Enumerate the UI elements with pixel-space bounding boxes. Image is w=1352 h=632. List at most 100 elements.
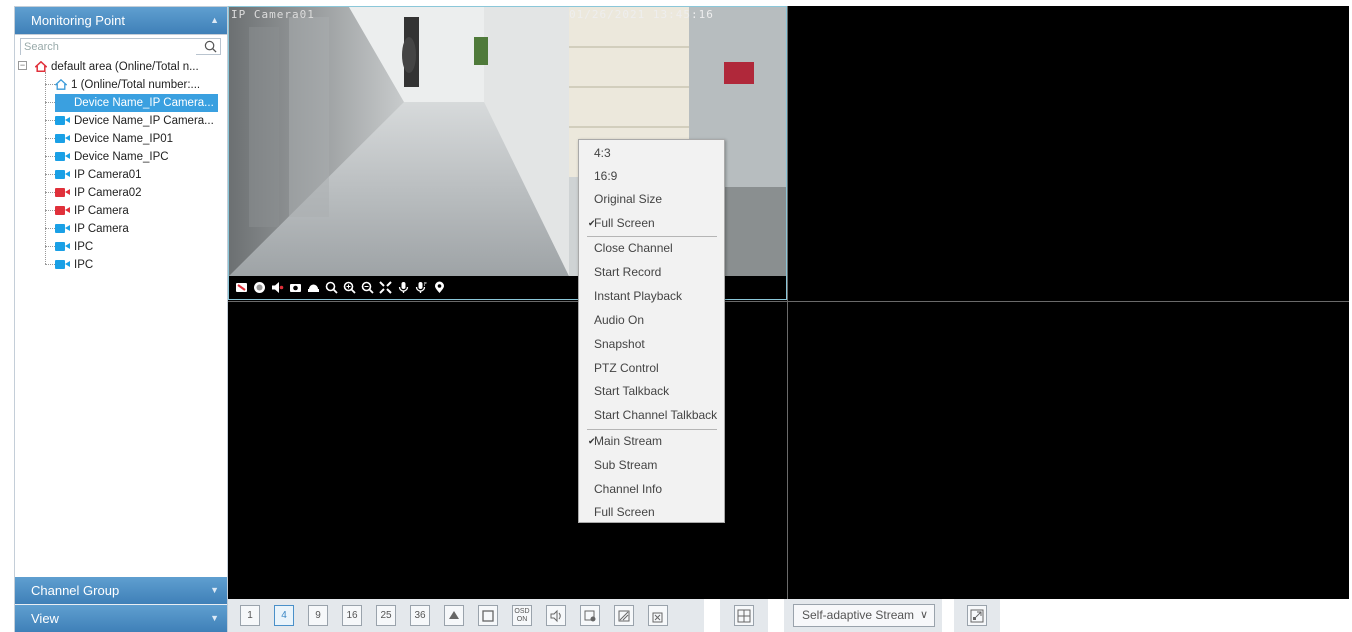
zoom-out-icon[interactable] bbox=[361, 281, 374, 294]
audio-toggle-button[interactable] bbox=[546, 605, 566, 626]
layout-1-button[interactable]: 1 bbox=[240, 605, 260, 626]
audio-icon[interactable] bbox=[271, 281, 284, 294]
device-label: Device Name_IPC bbox=[74, 151, 169, 163]
menu-item-sub-stream[interactable]: Sub Stream bbox=[579, 454, 724, 477]
zoom-in-icon[interactable] bbox=[343, 281, 356, 294]
chevron-up-icon[interactable]: ▲ bbox=[210, 7, 219, 34]
sequence-up-button[interactable] bbox=[444, 605, 464, 626]
menu-item-close-channel[interactable]: Close Channel bbox=[579, 237, 724, 260]
tree-device-item[interactable]: IPC bbox=[55, 238, 93, 256]
camera-icon bbox=[55, 242, 70, 252]
camera-offline-icon bbox=[55, 188, 70, 198]
close-channel-icon[interactable] bbox=[235, 281, 248, 294]
osd-toggle-button[interactable]: OSD ON bbox=[512, 605, 532, 626]
menu-item-snapshot[interactable]: Snapshot bbox=[579, 333, 724, 356]
monitoring-point-header[interactable]: Monitoring Point ▲ bbox=[15, 7, 227, 34]
tree-root-area[interactable]: default area (Online/Total n... bbox=[35, 58, 199, 76]
tree-device-item[interactable]: IP Camera01 bbox=[55, 166, 142, 184]
grid-divider bbox=[228, 301, 1349, 302]
menu-item-start-record[interactable]: Start Record bbox=[579, 261, 724, 284]
home-icon bbox=[35, 61, 47, 73]
menu-item-4-3[interactable]: 4:3 bbox=[579, 142, 724, 165]
camera-icon bbox=[55, 224, 70, 234]
tree-area-label: 1 (Online/Total number:... bbox=[71, 79, 201, 91]
tree-device-item[interactable]: IPC bbox=[55, 256, 93, 274]
menu-item-channel-info[interactable]: Channel Info bbox=[579, 478, 724, 501]
device-label: IPC bbox=[74, 259, 94, 271]
camera-icon bbox=[55, 98, 70, 108]
menu-item-original-size[interactable]: Original Size bbox=[579, 188, 724, 211]
camera-icon bbox=[55, 260, 70, 270]
full-view-button[interactable] bbox=[478, 605, 498, 626]
layout-25-button[interactable]: 25 bbox=[376, 605, 396, 626]
camera-offline-icon bbox=[55, 206, 70, 216]
chevron-down-icon[interactable]: ▼ bbox=[210, 605, 219, 632]
location-pin-icon[interactable] bbox=[433, 281, 446, 294]
device-label: IP Camera bbox=[74, 205, 129, 217]
snapshot-icon[interactable] bbox=[289, 281, 302, 294]
menu-item-ptz-control[interactable]: PTZ Control bbox=[579, 357, 724, 380]
search-icon[interactable] bbox=[204, 40, 217, 53]
home-icon bbox=[55, 79, 67, 91]
stream-type-select[interactable]: Self-adaptive Stream ∨ bbox=[793, 604, 935, 627]
channel-talkback-icon[interactable]: F bbox=[415, 281, 428, 294]
fisheye-icon[interactable] bbox=[379, 280, 392, 294]
monitoring-point-label: Monitoring Point bbox=[31, 13, 125, 28]
search-box[interactable] bbox=[20, 38, 221, 55]
tree-area-1[interactable]: 1 (Online/Total number:... bbox=[55, 76, 200, 94]
channel-group-label: Channel Group bbox=[31, 583, 120, 598]
device-label: IPC bbox=[74, 241, 94, 253]
chevron-down-icon: ∨ bbox=[919, 609, 928, 621]
menu-item-audio-on[interactable]: Audio On bbox=[579, 309, 724, 332]
tree-root-label: default area (Online/Total n... bbox=[51, 61, 199, 73]
close-all-button[interactable] bbox=[648, 605, 668, 626]
triangle-up-icon bbox=[449, 611, 459, 619]
device-settings-icon bbox=[584, 610, 596, 622]
talkback-icon[interactable] bbox=[397, 281, 410, 294]
close-all-icon bbox=[652, 612, 663, 623]
client-window: Monitoring Point ▲ Search − default area… bbox=[6, 6, 1349, 632]
layout-16-button[interactable]: 16 bbox=[342, 605, 362, 626]
fullscreen-button[interactable] bbox=[967, 605, 987, 626]
menu-item-instant-playback[interactable]: Instant Playback bbox=[579, 285, 724, 308]
svg-text:F: F bbox=[424, 282, 427, 288]
bottom-toolbar: 1 4 9 16 25 36 OSD ON Self-adaptive Stre… bbox=[228, 599, 1349, 632]
device-tree-panel: − default area (Online/Total n... 1 (Onl… bbox=[15, 34, 227, 577]
menu-item-main-stream[interactable]: ✔ Main Stream bbox=[579, 430, 724, 453]
speaker-icon bbox=[550, 609, 561, 623]
collapse-toggle[interactable]: − bbox=[18, 61, 27, 70]
menu-item-start-talkback[interactable]: Start Talkback bbox=[579, 380, 724, 403]
image-adjust-icon bbox=[618, 610, 630, 622]
tree-device-item[interactable]: Device Name_IPC bbox=[55, 148, 169, 166]
tree-device-item[interactable]: Device Name_IP Camera... bbox=[55, 112, 214, 130]
layout-9-button[interactable]: 9 bbox=[308, 605, 328, 626]
tree-device-item[interactable]: IP Camera bbox=[55, 202, 129, 220]
video-channel-4[interactable] bbox=[788, 302, 1349, 599]
channel-name-osd: IP Camera01 bbox=[231, 8, 315, 21]
tree-device-item[interactable]: Device Name_IP Camera... bbox=[55, 94, 218, 112]
video-channel-2[interactable] bbox=[788, 6, 1349, 300]
tree-device-item[interactable]: Device Name_IP01 bbox=[55, 130, 173, 148]
expand-icon bbox=[970, 609, 984, 623]
picture-adjust-button[interactable] bbox=[614, 605, 634, 626]
camera-icon bbox=[55, 170, 70, 180]
view-header[interactable]: View ▼ bbox=[15, 605, 227, 632]
search-input[interactable] bbox=[21, 39, 196, 55]
channel-group-header[interactable]: Channel Group ▼ bbox=[15, 577, 227, 604]
menu-item-16-9[interactable]: 16:9 bbox=[579, 165, 724, 188]
zoom-icon[interactable] bbox=[325, 281, 338, 294]
tree-device-item[interactable]: IP Camera bbox=[55, 220, 129, 238]
record-icon[interactable] bbox=[253, 281, 266, 294]
layout-36-button[interactable]: 36 bbox=[410, 605, 430, 626]
tree-device-item[interactable]: IP Camera02 bbox=[55, 184, 142, 202]
layout-4-button[interactable]: 4 bbox=[274, 605, 294, 626]
stream-select-value: Self-adaptive Stream bbox=[802, 608, 915, 622]
menu-item-full-screen[interactable]: Full Screen bbox=[579, 501, 724, 524]
checkmark-icon: ✔ bbox=[588, 436, 596, 446]
chevron-down-icon[interactable]: ▼ bbox=[210, 577, 219, 604]
custom-layout-button[interactable] bbox=[734, 605, 754, 626]
ptz-icon[interactable] bbox=[307, 281, 320, 294]
menu-item-full-screen-ratio[interactable]: ✔ Full Screen bbox=[579, 212, 724, 235]
stream-switch-button[interactable] bbox=[580, 605, 600, 626]
menu-item-start-channel-talkback[interactable]: Start Channel Talkback bbox=[579, 404, 724, 427]
